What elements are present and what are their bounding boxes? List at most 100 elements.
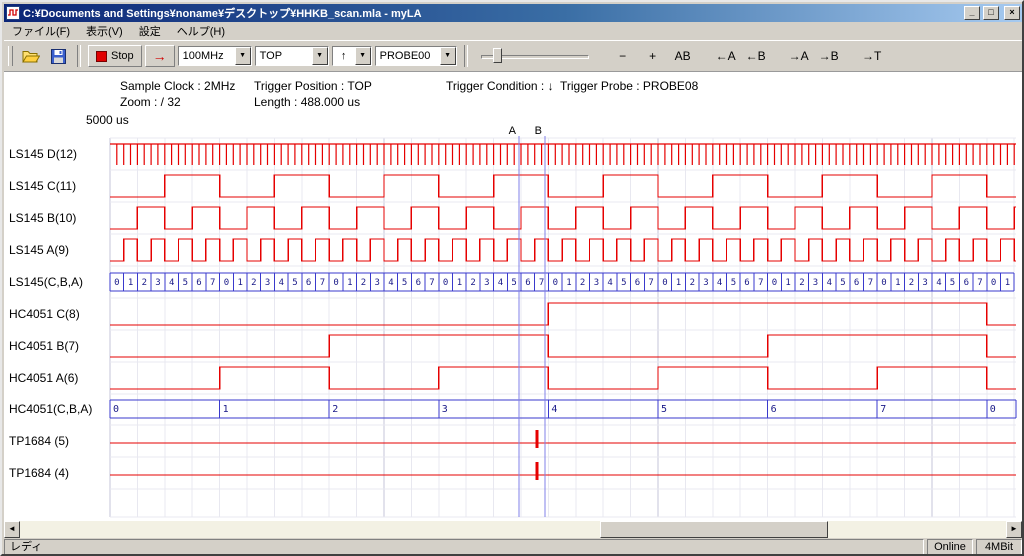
bus-value: 2 — [690, 278, 695, 288]
length-info: Length : 488.000 us — [254, 95, 360, 109]
menu-help[interactable]: ヘルプ(H) — [169, 21, 233, 41]
app-icon — [6, 6, 20, 20]
bus-value: 5 — [183, 278, 188, 288]
trigger-position-value: TOP — [256, 50, 312, 62]
zoom-slider[interactable] — [479, 46, 591, 66]
bus-value: 6 — [306, 278, 311, 288]
bus-value: 2 — [142, 278, 147, 288]
wave-hc4051-a — [110, 367, 1016, 389]
chevron-down-icon[interactable]: ▼ — [312, 47, 328, 65]
sample-clock-value: 100MHz — [179, 50, 235, 62]
status-message: レディ — [4, 539, 924, 555]
run-button[interactable]: → — [145, 45, 175, 67]
prev-b-button[interactable]: ←B — [741, 48, 771, 64]
bus-value: 0 — [224, 278, 229, 288]
scrollbar-thumb[interactable] — [600, 521, 828, 538]
chevron-down-icon[interactable]: ▼ — [440, 47, 456, 65]
save-file-button[interactable] — [46, 45, 70, 67]
bus-value: 4 — [388, 278, 393, 288]
to-trigger-button[interactable]: →T — [857, 48, 887, 64]
wave-hc4051-b — [110, 335, 1016, 357]
wave-ls145-d — [110, 144, 1016, 165]
zoom-out-button[interactable]: − — [608, 48, 638, 64]
run-arrow-icon: → — [153, 50, 167, 62]
bus-value: 2 — [251, 278, 256, 288]
bus-value: 5 — [292, 278, 297, 288]
trigger-probe-select[interactable]: PROBE00 ▼ — [375, 46, 457, 66]
trigger-edge-value: ↑ — [333, 50, 355, 62]
horizontal-scrollbar[interactable]: ◄ ► — [4, 521, 1022, 538]
trigger-position-select[interactable]: TOP ▼ — [255, 46, 329, 66]
bus-value: 2 — [332, 404, 338, 415]
chevron-down-icon[interactable]: ▼ — [355, 47, 371, 65]
next-b-button[interactable]: →B — [814, 48, 844, 64]
bus-value: 6 — [771, 404, 777, 415]
cursor-b-label: B — [535, 125, 542, 137]
trigger-probe-info: Trigger Probe : PROBE08 — [560, 79, 698, 93]
trigger-condition-info: Trigger Condition : ↓ — [446, 79, 554, 93]
toolbar-button-group: →A→B — [784, 48, 844, 64]
bus-value: 5 — [511, 278, 516, 288]
bus-value: 1 — [1005, 278, 1010, 288]
sample-clock-info: Sample Clock : 2MHz — [120, 79, 235, 93]
toolbar-button-group: −+AB — [608, 48, 698, 64]
chevron-down-icon[interactable]: ▼ — [235, 47, 251, 65]
minimize-button[interactable]: _ — [964, 6, 980, 20]
ab-range-button[interactable]: AB — [668, 48, 698, 64]
toolbar-separator — [464, 45, 468, 67]
bus-value: 7 — [880, 404, 886, 415]
toolbar-button-group: →T — [857, 48, 887, 64]
bus-value: 1 — [128, 278, 133, 288]
scroll-left-button[interactable]: ◄ — [4, 521, 20, 538]
menu-file[interactable]: ファイル(F) — [4, 21, 78, 41]
status-online: Online — [927, 539, 973, 555]
waveform-canvas[interactable]: 0123456701234567012345670123456701234567… — [2, 122, 1024, 520]
zoom-in-button[interactable]: + — [638, 48, 668, 64]
status-memory: 4MBit — [976, 539, 1022, 555]
scrollbar-track[interactable] — [20, 521, 1006, 538]
menu-settings[interactable]: 設定 — [131, 21, 169, 41]
bus-value: 0 — [113, 404, 119, 415]
bus-value: 4 — [498, 278, 503, 288]
open-file-button[interactable] — [19, 45, 43, 67]
bus-value: 0 — [553, 278, 558, 288]
bus-value: 7 — [539, 278, 544, 288]
bus-value: 0 — [990, 404, 996, 415]
bus-value: 1 — [237, 278, 242, 288]
wave-ls145-b — [110, 207, 1016, 229]
bus-value: 3 — [813, 278, 818, 288]
bus-value: 0 — [881, 278, 886, 288]
bus-value: 3 — [594, 278, 599, 288]
trigger-edge-select[interactable]: ↑ ▼ — [332, 46, 372, 66]
bus-value: 1 — [347, 278, 352, 288]
bus-value: 0 — [114, 278, 119, 288]
bus-value: 7 — [977, 278, 982, 288]
zoom-info: Zoom : / 32 — [120, 95, 181, 109]
bus-value: 4 — [551, 404, 557, 415]
scroll-right-button[interactable]: ► — [1006, 521, 1022, 538]
window-title: C:¥Documents and Settings¥noname¥デスクトップ¥… — [23, 5, 961, 21]
menu-view[interactable]: 表示(V) — [78, 21, 131, 41]
bus-value: 7 — [210, 278, 215, 288]
bus-value: 4 — [936, 278, 941, 288]
maximize-button[interactable]: □ — [983, 6, 999, 20]
zoom-slider-thumb[interactable] — [493, 48, 502, 63]
bus-value: 5 — [950, 278, 955, 288]
cursor-a-label: A — [509, 125, 517, 137]
close-button[interactable]: × — [1004, 6, 1020, 20]
bus-value: 3 — [265, 278, 270, 288]
bus-value: 4 — [169, 278, 174, 288]
bus-value: 1 — [457, 278, 462, 288]
next-a-button[interactable]: →A — [784, 48, 814, 64]
bus-value: 7 — [429, 278, 434, 288]
title-bar: C:¥Documents and Settings¥noname¥デスクトップ¥… — [4, 4, 1022, 22]
bus-value: 2 — [361, 278, 366, 288]
bus-value: 5 — [621, 278, 626, 288]
sample-clock-select[interactable]: 100MHz ▼ — [178, 46, 252, 66]
stop-button[interactable]: Stop — [88, 45, 142, 67]
bus-value: 5 — [840, 278, 845, 288]
bus-value: 4 — [279, 278, 284, 288]
bus-value: 5 — [402, 278, 407, 288]
bus-value: 0 — [772, 278, 777, 288]
prev-a-button[interactable]: ←A — [711, 48, 741, 64]
